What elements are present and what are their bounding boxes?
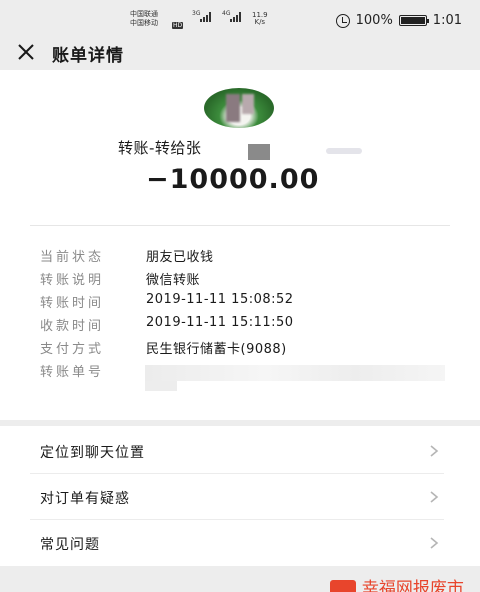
menu-item-order-question[interactable]: 对订单有疑惑 [0, 474, 480, 520]
avatar-mosaic [226, 94, 240, 122]
row-value: 2019-11-11 15:11:50 [146, 315, 294, 330]
battery-percent: 100% [355, 13, 393, 28]
menu-item-label: 对订单有疑惑 [40, 491, 130, 507]
detail-row-transfer-time: 转账时间 2019-11-11 15:08:52 [40, 292, 294, 315]
watermark-text: 幸福网报废市场 [361, 579, 464, 592]
divider [30, 225, 450, 226]
detail-row-receive-time: 收款时间 2019-11-11 15:11:50 [40, 315, 294, 338]
page-title: 账单详情 [52, 46, 124, 66]
row-value: 朋友已收钱 [146, 250, 214, 265]
redacted-name [326, 148, 362, 154]
redacted-name [248, 144, 270, 160]
row-label: 支付方式 [40, 342, 105, 357]
row-label: 转账单号 [40, 365, 105, 380]
row-value: 微信转账 [146, 273, 201, 288]
close-icon [18, 44, 34, 60]
row-label: 当前状态 [40, 250, 105, 265]
bill-detail-card: 转账-转给张 −10000.00 当前状态 朋友已收钱 转账说明 微信转账 转账… [0, 70, 480, 420]
watermark: 幸福网报废市场 [330, 580, 480, 592]
signal-icon [200, 12, 211, 22]
row-value: 民生银行储蓄卡(9088) [146, 342, 287, 357]
detail-row-description: 转账说明 微信转账 [40, 269, 294, 292]
detail-row-payment-method: 支付方式 民生银行储蓄卡(9088) [40, 338, 294, 361]
avatar [204, 88, 274, 128]
menu-item-faq[interactable]: 常见问题 [0, 520, 480, 566]
net-speed: 11.9 K/s [252, 11, 268, 26]
battery-icon [398, 15, 429, 26]
amount: −10000.00 [146, 164, 320, 195]
carrier-2: 中国移动 [130, 19, 158, 27]
watermark-logo-icon [330, 580, 356, 592]
menu-item-locate-chat[interactable]: 定位到聊天位置 [0, 428, 480, 474]
row-label: 转账说明 [40, 273, 105, 288]
row-value: 2019-11-11 15:08:52 [146, 292, 294, 307]
row-label: 转账时间 [40, 296, 105, 311]
clock: 1:01 [432, 13, 462, 28]
redacted-transfer-id [145, 381, 177, 391]
alarm-icon [335, 13, 350, 28]
carrier-1: 中国联通 [130, 10, 158, 18]
payee-label: 转账-转给张 [118, 139, 202, 157]
nav-bar: 账单详情 [0, 38, 480, 68]
menu-item-label: 常见问题 [40, 537, 100, 553]
avatar-mosaic [242, 94, 254, 114]
carrier-names: 中国联通 中国移动 [130, 10, 158, 28]
chevron-right-icon [430, 445, 439, 457]
row-label: 收款时间 [40, 319, 105, 334]
action-menu: 定位到聊天位置 对订单有疑惑 常见问题 [0, 426, 480, 566]
redacted-transfer-id [145, 365, 445, 381]
detail-row-status: 当前状态 朋友已收钱 [40, 246, 294, 269]
status-right: 100% 1:01 [335, 13, 462, 28]
status-bar: 中国联通 中国移动 HD 3G 4G 11.9 K/s 100% 1:01 [0, 0, 480, 38]
chevron-right-icon [430, 491, 439, 503]
hd-badge: HD [172, 22, 184, 29]
close-button[interactable] [14, 40, 40, 64]
menu-item-label: 定位到聊天位置 [40, 445, 145, 461]
detail-rows: 当前状态 朋友已收钱 转账说明 微信转账 转账时间 2019-11-11 15:… [40, 246, 294, 384]
chevron-right-icon [430, 537, 439, 549]
signal-icon [230, 12, 241, 22]
